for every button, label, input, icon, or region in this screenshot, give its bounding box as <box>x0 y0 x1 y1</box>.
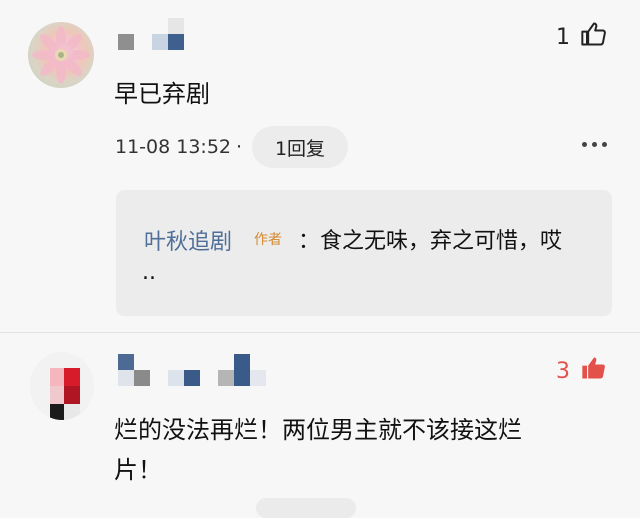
separator-dot: · <box>236 136 243 158</box>
comment-text: 烂的没法再烂！两位男主就不该接这烂 <box>114 416 522 444</box>
divider <box>0 332 640 333</box>
reply-author-link[interactable]: 叶秋追剧 <box>144 224 232 256</box>
author-badge: 作者 <box>254 232 282 248</box>
reply-count-button[interactable] <box>256 498 356 518</box>
more-dots-icon[interactable] <box>582 134 612 154</box>
like-count: 1 <box>556 25 570 50</box>
thumbs-up-filled-icon[interactable] <box>580 354 608 382</box>
comment-text: 早已弃剧 <box>114 80 210 108</box>
reply-count-button[interactable]: 1回复 <box>252 126 348 168</box>
comment-text-continued: 片！ <box>114 456 162 484</box>
avatar[interactable] <box>30 352 94 420</box>
avatar[interactable] <box>28 22 94 88</box>
reply-text: ：食之无味，弃之可惜，哎 <box>298 229 563 254</box>
timestamp: 11-08 13:52 <box>115 136 232 158</box>
flower-avatar-image <box>32 26 90 84</box>
like-count: 3 <box>556 359 570 384</box>
reply-count-label: 1回复 <box>274 137 326 160</box>
thumbs-up-outline-icon[interactable] <box>580 20 608 48</box>
reply-text-continued: .. <box>142 260 156 285</box>
